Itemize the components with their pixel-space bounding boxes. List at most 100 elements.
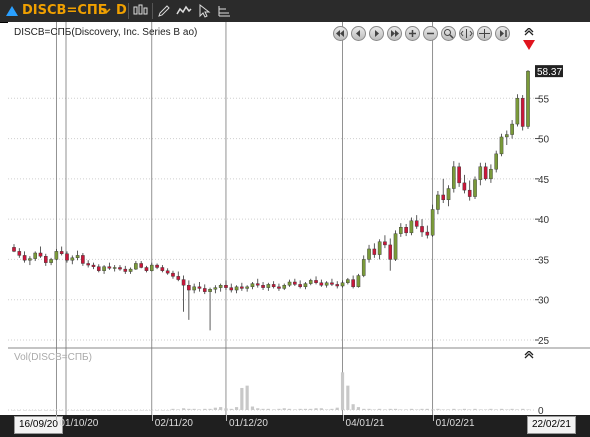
candle-body — [17, 251, 22, 256]
candle-body — [49, 259, 53, 263]
candle-body — [70, 257, 75, 261]
first-icon[interactable] — [333, 26, 348, 41]
candle-body — [75, 255, 80, 259]
timeframe-label[interactable]: D — [116, 3, 127, 19]
candle-body — [430, 209, 435, 236]
candle-body — [266, 284, 271, 288]
candle-body — [250, 283, 255, 288]
play-icon[interactable] — [369, 26, 384, 41]
candle-body — [12, 247, 16, 252]
search-icon[interactable] — [441, 26, 456, 41]
candle-body — [213, 287, 218, 290]
candle-body — [22, 255, 27, 261]
candle-body — [499, 136, 504, 155]
volume-collapse-icon[interactable] — [524, 351, 534, 359]
candle-body — [452, 166, 456, 189]
candle-body — [128, 268, 133, 272]
candle-body — [367, 248, 371, 260]
x-tick-mark — [56, 415, 58, 421]
volume-bar — [171, 408, 175, 410]
shrink-icon[interactable] — [477, 26, 492, 41]
candles-icon[interactable] — [132, 3, 148, 19]
candle-body — [118, 267, 122, 270]
candle-body — [65, 253, 69, 261]
candle-body — [319, 282, 324, 286]
candle-body — [187, 285, 191, 291]
candle-body — [425, 231, 430, 236]
candle-body — [372, 248, 377, 255]
candle-body — [282, 285, 287, 289]
date-axis[interactable]: 16/09/20 01/10/20 02/11/20 01/12/20 04/01/2… — [0, 415, 590, 437]
zoom-in-icon[interactable] — [405, 26, 420, 41]
volume-bar — [250, 406, 255, 410]
candle-body — [335, 284, 340, 287]
candle-body — [229, 287, 234, 291]
price-plot[interactable]: DISCB=СПБ(Discovery, Inc. Series B ao) V… — [8, 22, 535, 415]
candle-body — [356, 275, 361, 288]
candle-body — [520, 98, 525, 127]
candle-body — [340, 282, 345, 287]
forward-icon[interactable] — [495, 26, 510, 41]
candle-body — [399, 226, 403, 234]
candle-body — [81, 255, 85, 264]
x-tick-label: 01/10/20 — [59, 418, 99, 429]
candle-body — [308, 280, 313, 284]
candle-body — [351, 279, 355, 288]
last-icon[interactable] — [387, 26, 402, 41]
volume-bar — [208, 408, 212, 410]
candle-body — [112, 267, 117, 269]
volume-bar — [245, 385, 249, 410]
fit-icon[interactable] — [459, 26, 474, 41]
candle-body — [86, 263, 90, 266]
volume-bar — [367, 408, 371, 410]
chevron-down-icon[interactable] — [98, 3, 114, 19]
candle-body — [28, 258, 32, 261]
zoom-out-icon[interactable] — [423, 26, 438, 41]
collapse-up-icon[interactable] — [524, 28, 534, 36]
settings-icon[interactable] — [216, 3, 232, 19]
cursor-icon[interactable] — [196, 3, 212, 19]
price-axis[interactable]: 25 30 35 40 45 50 55 0 58.37 — [535, 22, 590, 417]
candle-body — [33, 252, 37, 259]
candle-body — [404, 226, 408, 234]
candle-body — [324, 282, 329, 286]
end-date-label: 22/02/21 — [527, 416, 576, 434]
indicator-icon[interactable] — [176, 3, 192, 19]
candle-body — [224, 285, 228, 288]
up-triangle-icon — [6, 6, 18, 16]
candle-body — [176, 276, 181, 280]
candle-body — [462, 182, 467, 191]
candle-body — [155, 264, 159, 268]
candle-body — [420, 226, 424, 233]
x-tick-label: 01/12/20 — [228, 418, 268, 429]
y-tick-label: 55 — [538, 94, 550, 105]
candle-body — [293, 281, 297, 285]
candle-body — [107, 266, 112, 269]
toolbar: DISCB=СПБ D — [0, 0, 590, 23]
y-tick-label: 30 — [538, 296, 550, 307]
candle-body — [149, 264, 154, 271]
candle-body — [287, 281, 292, 286]
candle-body — [388, 244, 393, 260]
y-tick-label: 45 — [538, 175, 550, 186]
prev-icon[interactable] — [351, 26, 366, 41]
x-tick-mark — [432, 415, 434, 421]
y-tick-label: 50 — [538, 135, 550, 146]
toolbar-divider — [128, 3, 129, 19]
candle-body — [181, 279, 186, 286]
x-tick-label: 04/01/21 — [345, 418, 385, 429]
toolbar-divider — [152, 3, 153, 19]
candle-body — [271, 284, 276, 288]
symbol-label[interactable]: DISCB=СПБ — [22, 3, 108, 19]
candle-body — [192, 286, 196, 291]
candle-body — [160, 267, 165, 271]
nav-toolbar — [333, 26, 533, 42]
candle-body — [202, 288, 207, 292]
y-tick-label: 35 — [538, 255, 550, 266]
pencil-icon[interactable] — [156, 3, 172, 19]
candle-body — [361, 259, 366, 276]
candle-body — [96, 266, 101, 271]
x-tick-label: 01/02/21 — [435, 418, 475, 429]
candle-body — [436, 194, 440, 210]
candle-body — [245, 286, 249, 289]
